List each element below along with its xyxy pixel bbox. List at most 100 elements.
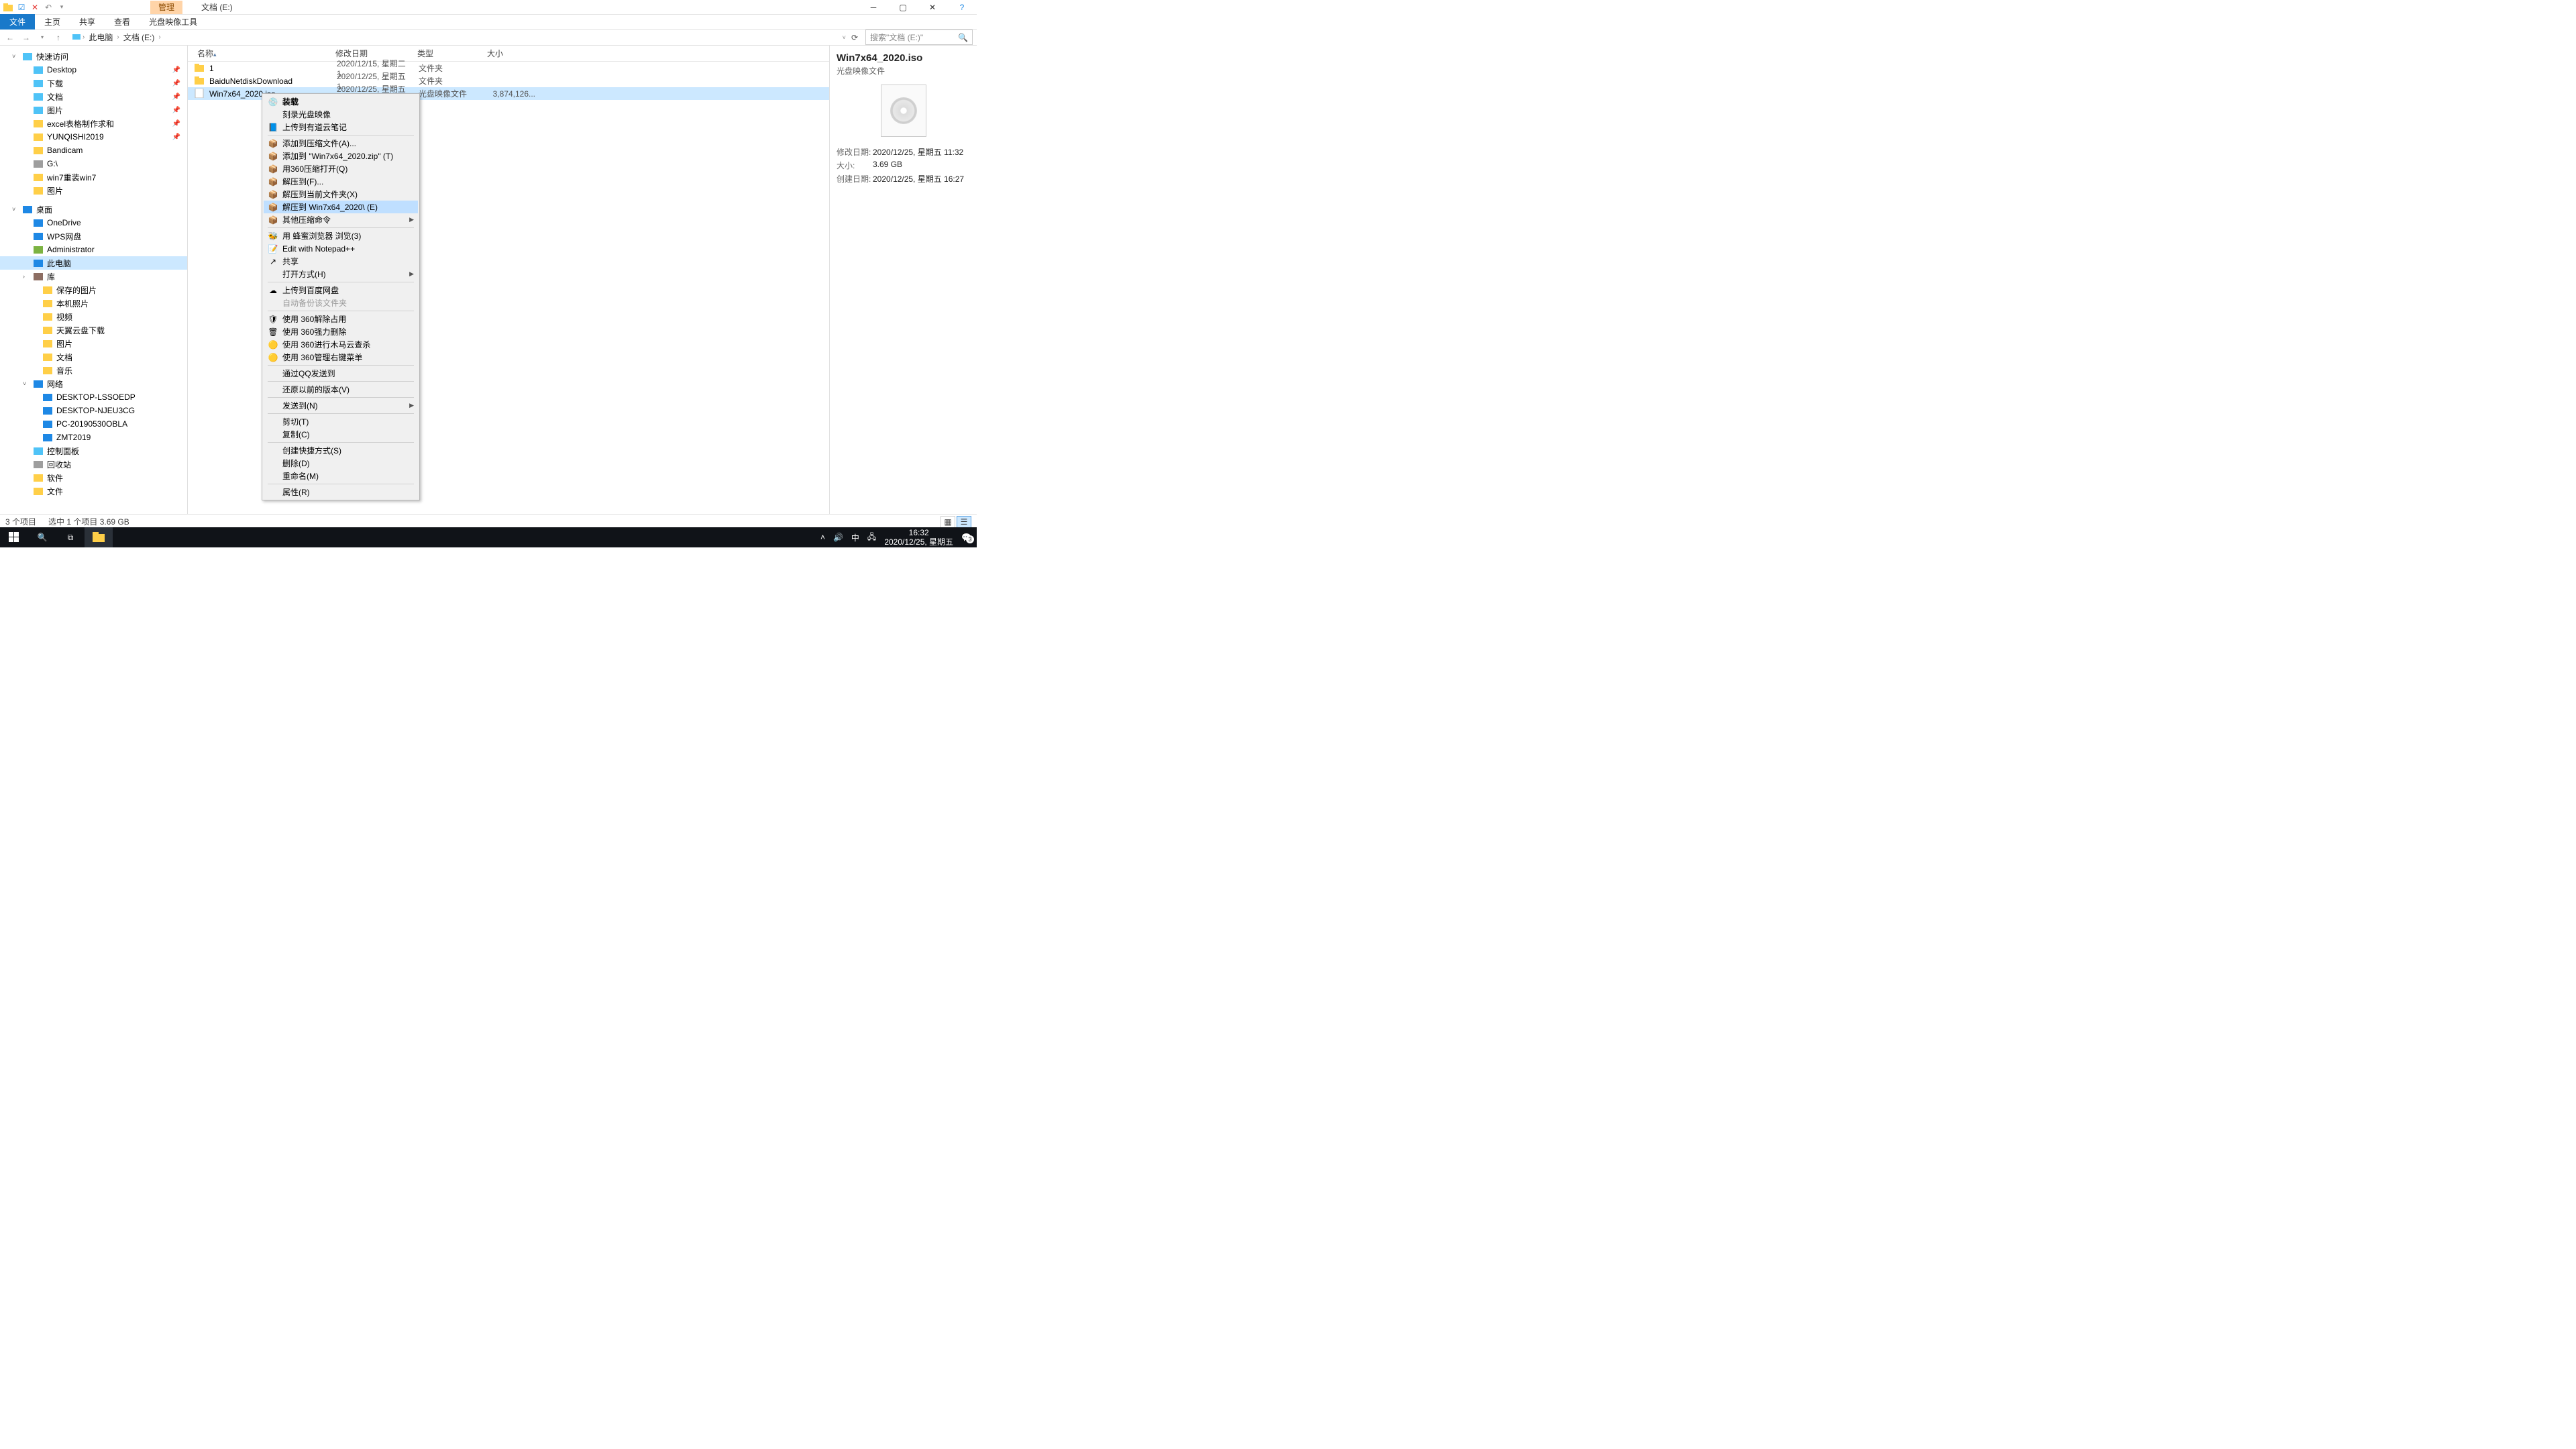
expand-icon[interactable]: › bbox=[23, 273, 30, 280]
context-menu-item[interactable]: 属性(R) bbox=[264, 486, 418, 498]
ime-icon[interactable]: 中 bbox=[851, 532, 859, 543]
back-button[interactable]: ← bbox=[4, 32, 16, 44]
nav-item[interactable]: WPS网盘 bbox=[0, 229, 187, 243]
nav-item[interactable]: 此电脑 bbox=[0, 256, 187, 270]
task-view-button[interactable]: ⧉ bbox=[56, 527, 85, 547]
expand-icon[interactable]: ˅ bbox=[12, 53, 19, 60]
file-row[interactable]: BaiduNetdiskDownload2020/12/25, 星期五 1...… bbox=[188, 74, 829, 87]
context-menu-item[interactable]: 📦解压到(F)... bbox=[264, 175, 418, 188]
context-menu-item[interactable]: 🗑使用 360强力删除 bbox=[264, 325, 418, 338]
nav-item[interactable]: 图片📌 bbox=[0, 103, 187, 117]
context-menu-item[interactable]: 📦解压到 Win7x64_2020\ (E) bbox=[264, 201, 418, 213]
nav-item[interactable]: ›库 bbox=[0, 270, 187, 283]
ribbon-tab-view[interactable]: 查看 bbox=[105, 14, 140, 30]
nav-item[interactable]: Bandicam bbox=[0, 144, 187, 157]
qat-delete-icon[interactable]: ✕ bbox=[30, 2, 40, 13]
context-menu-item[interactable]: 复制(C) bbox=[264, 428, 418, 441]
ribbon-tab-home[interactable]: 主页 bbox=[35, 14, 70, 30]
network-icon[interactable]: 🖧 bbox=[867, 531, 876, 545]
ribbon-tab-share[interactable]: 共享 bbox=[70, 14, 105, 30]
refresh-icon[interactable]: ⟳ bbox=[851, 33, 858, 42]
qat-undo-icon[interactable]: ↶ bbox=[43, 2, 54, 13]
nav-item[interactable]: Desktop📌 bbox=[0, 63, 187, 76]
context-menu-item[interactable]: 删除(D) bbox=[264, 457, 418, 470]
nav-item[interactable]: YUNQISHI2019📌 bbox=[0, 130, 187, 144]
help-button[interactable]: ? bbox=[947, 0, 977, 15]
chevron-right-icon[interactable]: › bbox=[158, 34, 160, 41]
nav-item[interactable]: 音乐 bbox=[0, 364, 187, 377]
navigation-pane[interactable]: ˅快速访问Desktop📌下载📌文档📌图片📌excel表格制作求和📌YUNQIS… bbox=[0, 46, 188, 514]
ribbon-tab-disc-tools[interactable]: 光盘映像工具 bbox=[140, 14, 207, 30]
tray-time[interactable]: 16:32 bbox=[884, 528, 953, 537]
nav-item[interactable]: 保存的图片 bbox=[0, 283, 187, 297]
tray-date[interactable]: 2020/12/25, 星期五 bbox=[884, 537, 953, 547]
context-menu-item[interactable]: 刻录光盘映像 bbox=[264, 108, 418, 121]
nav-item[interactable]: ˅桌面 bbox=[0, 203, 187, 216]
context-menu-item[interactable]: 📦解压到当前文件夹(X) bbox=[264, 188, 418, 201]
context-menu-item[interactable]: 📦添加到 "Win7x64_2020.zip" (T) bbox=[264, 150, 418, 162]
nav-item[interactable]: 本机照片 bbox=[0, 297, 187, 310]
qat-checkbox-icon[interactable]: ☑ bbox=[16, 2, 27, 13]
forward-button[interactable]: → bbox=[20, 32, 32, 44]
nav-item[interactable]: 文件 bbox=[0, 484, 187, 498]
nav-item[interactable]: DESKTOP-LSSOEDP bbox=[0, 390, 187, 404]
up-button[interactable]: ↑ bbox=[52, 32, 64, 44]
context-menu-item[interactable]: 打开方式(H)▶ bbox=[264, 268, 418, 280]
nav-item[interactable]: G:\ bbox=[0, 157, 187, 170]
maximize-button[interactable]: ▢ bbox=[888, 0, 918, 15]
nav-item[interactable]: 软件 bbox=[0, 471, 187, 484]
context-menu-item[interactable]: 还原以前的版本(V) bbox=[264, 383, 418, 396]
search-icon[interactable]: 🔍 bbox=[958, 33, 968, 42]
search-input[interactable]: 搜索"文档 (E:)" 🔍 bbox=[865, 30, 973, 45]
context-menu-item[interactable]: 📦添加到压缩文件(A)... bbox=[264, 137, 418, 150]
nav-item[interactable]: PC-20190530OBLA bbox=[0, 417, 187, 431]
context-menu-item[interactable]: 剪切(T) bbox=[264, 415, 418, 428]
nav-item[interactable]: ˅快速访问 bbox=[0, 50, 187, 63]
nav-item[interactable]: ZMT2019 bbox=[0, 431, 187, 444]
notifications-icon[interactable]: 💬3 bbox=[961, 533, 971, 542]
context-menu-item[interactable]: 🛡使用 360解除占用 bbox=[264, 313, 418, 325]
close-button[interactable]: ✕ bbox=[918, 0, 947, 15]
context-menu-item[interactable]: 重命名(M) bbox=[264, 470, 418, 482]
context-menu-item[interactable]: 📝Edit with Notepad++ bbox=[264, 242, 418, 255]
nav-item[interactable]: win7重装win7 bbox=[0, 170, 187, 184]
breadcrumb-segment[interactable]: 文档 (E:) bbox=[121, 31, 158, 44]
minimize-button[interactable]: ─ bbox=[859, 0, 888, 15]
context-menu-item[interactable]: 🐝用 蜂蜜浏览器 浏览(3) bbox=[264, 229, 418, 242]
nav-item[interactable]: 回收站 bbox=[0, 458, 187, 471]
expand-icon[interactable]: ˅ bbox=[23, 380, 30, 387]
nav-item[interactable]: 天翼云盘下载 bbox=[0, 323, 187, 337]
context-menu-item[interactable]: 💿装载 bbox=[264, 95, 418, 108]
nav-item[interactable]: ˅网络 bbox=[0, 377, 187, 390]
context-menu-item[interactable]: 🟡使用 360管理右键菜单 bbox=[264, 351, 418, 364]
context-menu-item[interactable]: 通过QQ发送到 bbox=[264, 367, 418, 380]
nav-item[interactable]: excel表格制作求和📌 bbox=[0, 117, 187, 130]
ribbon-tab-file[interactable]: 文件 bbox=[0, 14, 35, 30]
context-menu-item[interactable]: ☁上传到百度网盘 bbox=[264, 284, 418, 297]
volume-icon[interactable]: 🔊 bbox=[833, 533, 843, 542]
context-menu-item[interactable]: 📦其他压缩命令▶ bbox=[264, 213, 418, 226]
nav-item[interactable]: 文档📌 bbox=[0, 90, 187, 103]
column-size[interactable]: 大小 bbox=[487, 48, 534, 59]
chevron-right-icon[interactable]: › bbox=[83, 34, 85, 41]
nav-item[interactable]: 视频 bbox=[0, 310, 187, 323]
view-large-icons-button[interactable]: ▦ bbox=[941, 516, 955, 528]
context-menu-item[interactable]: 📦用360压缩打开(Q) bbox=[264, 162, 418, 175]
view-details-button[interactable]: ☰ bbox=[957, 516, 971, 528]
nav-item[interactable]: OneDrive bbox=[0, 216, 187, 229]
breadcrumb-segment[interactable]: 此电脑 bbox=[86, 31, 115, 44]
column-name[interactable]: 名称▴ bbox=[188, 48, 335, 59]
recent-dropdown[interactable]: ▾ bbox=[36, 32, 48, 44]
context-menu-item[interactable]: 发送到(N)▶ bbox=[264, 399, 418, 412]
search-button[interactable]: 🔍 bbox=[28, 527, 56, 547]
nav-item[interactable]: 图片 bbox=[0, 184, 187, 197]
expand-icon[interactable]: ˅ bbox=[12, 206, 19, 213]
context-menu-item[interactable]: 🟡使用 360进行木马云查杀 bbox=[264, 338, 418, 351]
nav-item[interactable]: 文档 bbox=[0, 350, 187, 364]
context-menu-item[interactable]: ↗共享 bbox=[264, 255, 418, 268]
breadcrumb[interactable]: › 此电脑 › 文档 (E:) › ˅ ⟳ bbox=[68, 30, 861, 45]
column-type[interactable]: 类型 bbox=[417, 48, 487, 59]
breadcrumb-dropdown-icon[interactable]: ˅ bbox=[843, 34, 846, 41]
nav-item[interactable]: 下载📌 bbox=[0, 76, 187, 90]
explorer-taskbar-button[interactable] bbox=[85, 527, 113, 547]
